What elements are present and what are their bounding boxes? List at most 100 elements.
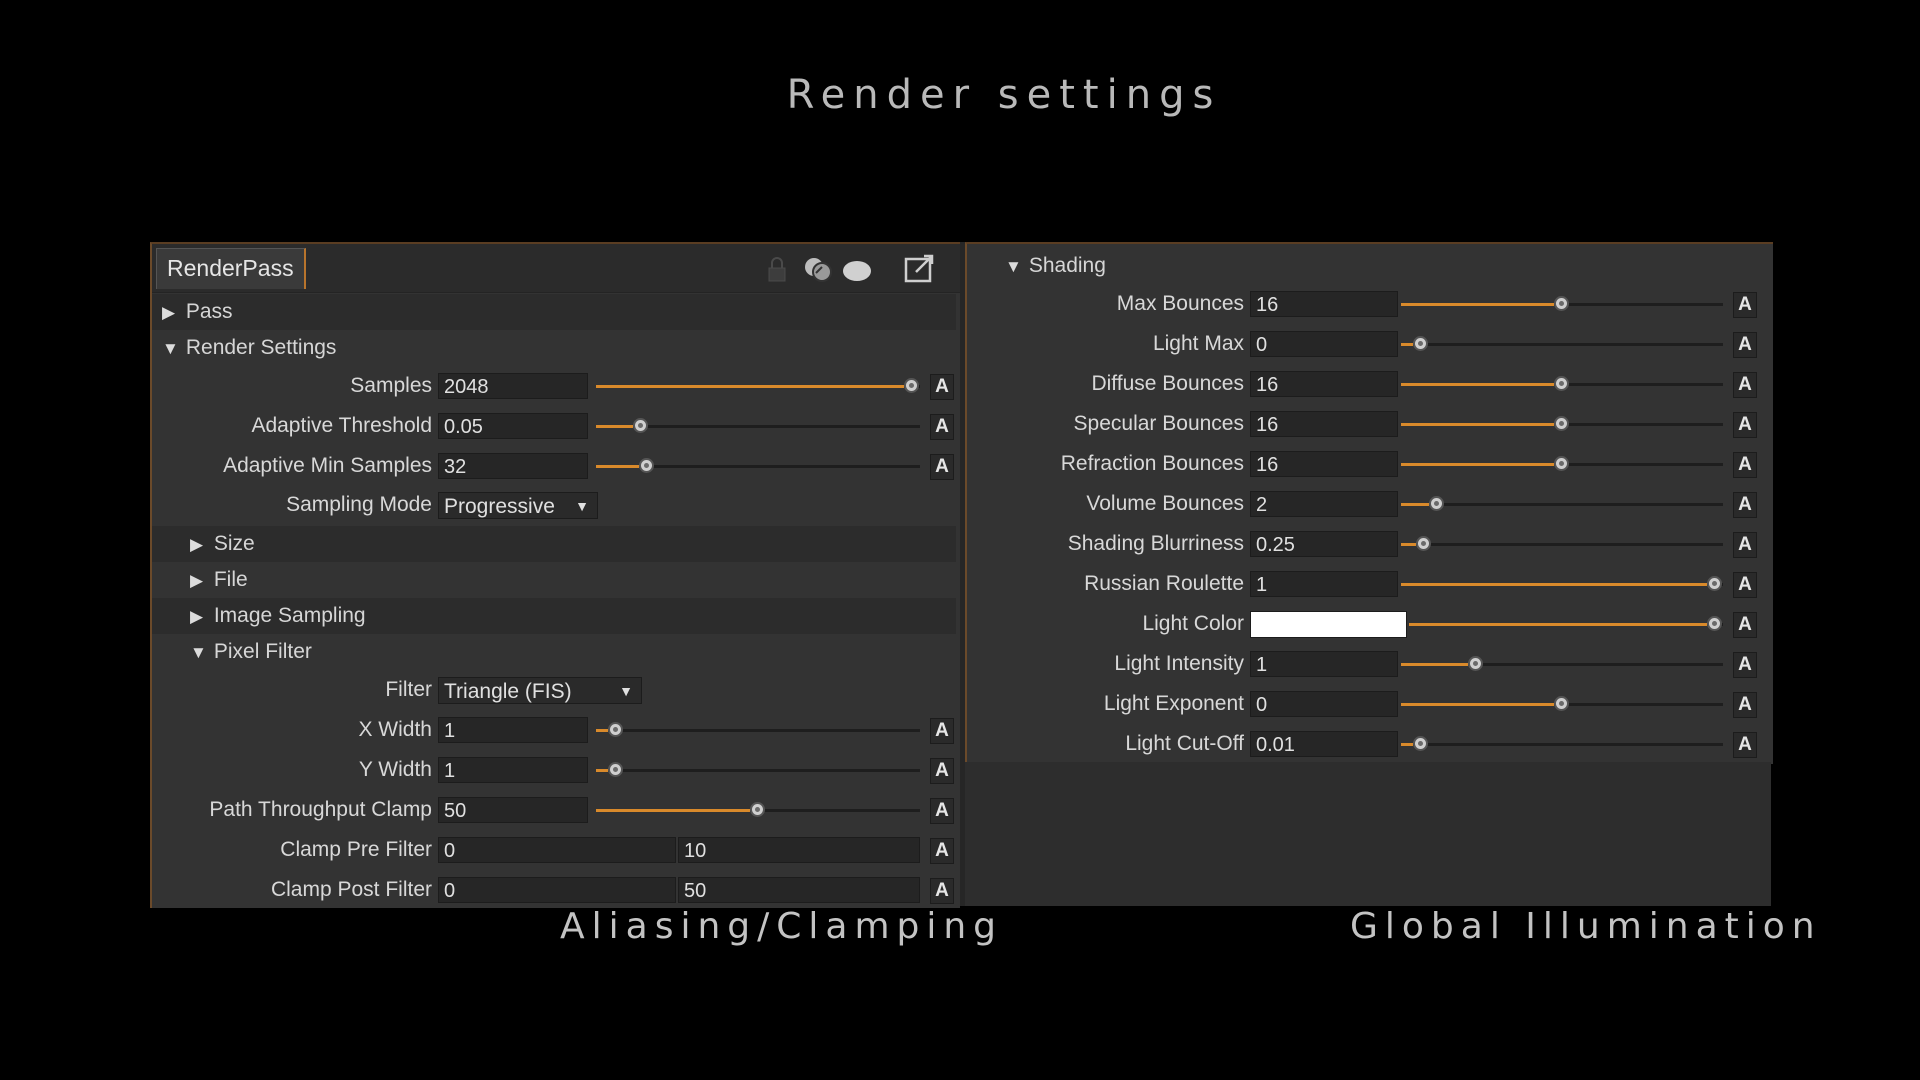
specular-bounces-field[interactable]: 16 xyxy=(1250,411,1398,437)
specular-bounces-auto-button[interactable]: A xyxy=(1733,412,1757,438)
volume-bounces-slider[interactable] xyxy=(1401,496,1723,511)
clamp-pre-filter-min-field[interactable]: 0 xyxy=(438,837,676,863)
slider-knob[interactable] xyxy=(1413,336,1428,351)
x-width-field[interactable]: 1 xyxy=(438,717,588,743)
section-size[interactable]: ▶ Size xyxy=(152,526,956,562)
slider-knob[interactable] xyxy=(1554,416,1569,431)
refraction-bounces-auto-button[interactable]: A xyxy=(1733,452,1757,478)
spheres-icon[interactable] xyxy=(802,254,836,284)
section-pixel-filter[interactable]: ▼ Pixel Filter xyxy=(152,634,956,670)
slider-knob[interactable] xyxy=(1468,656,1483,671)
light-cut-off-slider[interactable] xyxy=(1401,736,1723,751)
slider-knob[interactable] xyxy=(1707,616,1722,631)
x-width-auto-button[interactable]: A xyxy=(930,718,954,744)
adaptive-min-samples-slider[interactable] xyxy=(596,458,920,473)
filter-row: Filter Triangle (FIS) ▼ xyxy=(152,672,956,708)
y-width-field[interactable]: 1 xyxy=(438,757,588,783)
max-bounces-slider[interactable] xyxy=(1401,296,1723,311)
light-cut-off-auto-button[interactable]: A xyxy=(1733,732,1757,758)
y-width-slider[interactable] xyxy=(596,762,920,777)
russian-roulette-field[interactable]: 1 xyxy=(1250,571,1398,597)
slider-knob[interactable] xyxy=(1554,696,1569,711)
clamp-pre-filter-max-field[interactable]: 10 xyxy=(678,837,920,863)
section-shading[interactable]: ▼ Shading xyxy=(967,248,1767,284)
clamp-pre-filter-row: Clamp Pre Filter 0 10 A xyxy=(152,832,956,868)
light-color-auto-button[interactable]: A xyxy=(1733,612,1757,638)
slider-knob[interactable] xyxy=(633,418,648,433)
slider-knob[interactable] xyxy=(1554,456,1569,471)
slider-knob[interactable] xyxy=(904,378,919,393)
adaptive-min-samples-auto-button[interactable]: A xyxy=(930,454,954,480)
section-render-settings[interactable]: ▼ Render Settings xyxy=(152,330,956,366)
light-cut-off-field[interactable]: 0.01 xyxy=(1250,731,1398,757)
max-bounces-auto-button[interactable]: A xyxy=(1733,292,1757,318)
light-exponent-slider[interactable] xyxy=(1401,696,1723,711)
section-pass[interactable]: ▶ Pass xyxy=(152,294,956,330)
light-color-swatch[interactable] xyxy=(1250,611,1407,638)
light-color-slider[interactable] xyxy=(1409,616,1723,631)
samples-field[interactable]: 2048 xyxy=(438,373,588,399)
empty-panel-area xyxy=(965,762,1771,906)
volume-bounces-auto-button[interactable]: A xyxy=(1733,492,1757,518)
triangle-right-icon: ▶ xyxy=(190,607,204,626)
slider-knob[interactable] xyxy=(1429,496,1444,511)
diffuse-bounces-slider[interactable] xyxy=(1401,376,1723,391)
clamp-post-filter-auto-button[interactable]: A xyxy=(930,878,954,904)
clamp-post-filter-min-field[interactable]: 0 xyxy=(438,877,676,903)
samples-slider[interactable] xyxy=(596,378,920,393)
section-file[interactable]: ▶ File xyxy=(152,562,956,598)
russian-roulette-auto-button[interactable]: A xyxy=(1733,572,1757,598)
specular-bounces-slider[interactable] xyxy=(1401,416,1723,431)
sampling-mode-dropdown[interactable]: Progressive ▼ xyxy=(438,492,598,519)
shading-blurriness-slider[interactable] xyxy=(1401,536,1723,551)
light-max-auto-button[interactable]: A xyxy=(1733,332,1757,358)
max-bounces-field[interactable]: 16 xyxy=(1250,291,1398,317)
light-intensity-field[interactable]: 1 xyxy=(1250,651,1398,677)
adaptive-min-samples-field[interactable]: 32 xyxy=(438,453,588,479)
light-intensity-auto-button[interactable]: A xyxy=(1733,652,1757,678)
shading-blurriness-row: Shading Blurriness 0.25 A xyxy=(967,526,1767,562)
adaptive-threshold-auto-button[interactable]: A xyxy=(930,414,954,440)
refraction-bounces-field[interactable]: 16 xyxy=(1250,451,1398,477)
slider-knob[interactable] xyxy=(608,722,623,737)
path-throughput-clamp-auto-button[interactable]: A xyxy=(930,798,954,824)
adaptive-threshold-field[interactable]: 0.05 xyxy=(438,413,588,439)
lock-icon[interactable] xyxy=(760,254,794,284)
slider-knob[interactable] xyxy=(639,458,654,473)
slider-knob[interactable] xyxy=(1416,536,1431,551)
light-exponent-auto-button[interactable]: A xyxy=(1733,692,1757,718)
tab-renderpass[interactable]: RenderPass xyxy=(156,248,306,289)
filter-label: Filter xyxy=(385,678,432,701)
caption-aliasing-clamping: Aliasing/Clamping xyxy=(560,906,1004,947)
y-width-auto-button[interactable]: A xyxy=(930,758,954,784)
volume-bounces-field[interactable]: 2 xyxy=(1250,491,1398,517)
diffuse-bounces-auto-button[interactable]: A xyxy=(1733,372,1757,398)
refraction-bounces-slider[interactable] xyxy=(1401,456,1723,471)
path-throughput-clamp-slider[interactable] xyxy=(596,802,920,817)
slider-knob[interactable] xyxy=(608,762,623,777)
shading-blurriness-auto-button[interactable]: A xyxy=(1733,532,1757,558)
light-max-field[interactable]: 0 xyxy=(1250,331,1398,357)
slider-knob[interactable] xyxy=(1554,296,1569,311)
ellipse-icon[interactable] xyxy=(840,254,874,284)
x-width-slider[interactable] xyxy=(596,722,920,737)
clamp-pre-filter-auto-button[interactable]: A xyxy=(930,838,954,864)
samples-auto-button[interactable]: A xyxy=(930,374,954,400)
adaptive-threshold-slider[interactable] xyxy=(596,418,920,433)
diffuse-bounces-field[interactable]: 16 xyxy=(1250,371,1398,397)
slider-knob[interactable] xyxy=(1413,736,1428,751)
russian-roulette-slider[interactable] xyxy=(1401,576,1723,591)
section-image-sampling[interactable]: ▶ Image Sampling xyxy=(152,598,956,634)
path-throughput-clamp-field[interactable]: 50 xyxy=(438,797,588,823)
light-intensity-slider[interactable] xyxy=(1401,656,1723,671)
pop-out-icon[interactable] xyxy=(902,254,936,284)
slider-knob[interactable] xyxy=(1554,376,1569,391)
triangle-down-icon: ▼ xyxy=(190,643,207,662)
slider-knob[interactable] xyxy=(1707,576,1722,591)
light-exponent-field[interactable]: 0 xyxy=(1250,691,1398,717)
shading-blurriness-field[interactable]: 0.25 xyxy=(1250,531,1398,557)
light-max-slider[interactable] xyxy=(1401,336,1723,351)
clamp-post-filter-max-field[interactable]: 50 xyxy=(678,877,920,903)
filter-dropdown[interactable]: Triangle (FIS) ▼ xyxy=(438,677,642,704)
slider-knob[interactable] xyxy=(750,802,765,817)
